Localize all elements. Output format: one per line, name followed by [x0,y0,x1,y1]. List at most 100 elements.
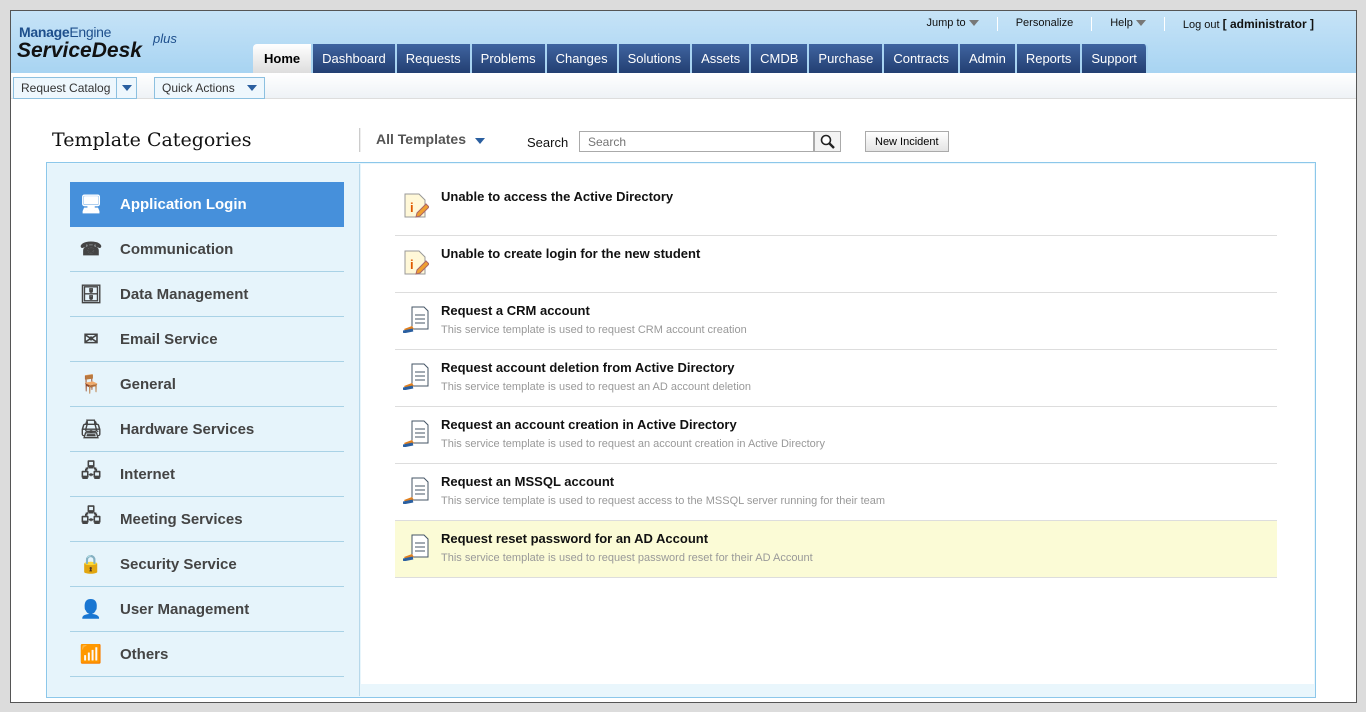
envelope-icon: ✉ [83,328,99,349]
template-row[interactable]: i Unable to access the Active Directory [395,179,1277,236]
incident-template-icon: i [404,250,429,275]
browser-icon: 🖥 [79,194,103,214]
tab-cmdb[interactable]: CMDB [751,44,810,73]
template-title[interactable]: Request an account creation in Active Di… [441,417,1277,432]
category-internet[interactable]: 🖧 Internet [70,452,344,497]
category-communication[interactable]: ☎ Communication [70,227,344,272]
template-description: This service template is used to request… [441,381,752,393]
service-template-icon [403,363,429,390]
category-label: General [120,375,176,393]
lock-icon: 🔒 [79,553,103,574]
template-list: i Unable to access the Active Directory i U… [361,164,1314,684]
logout: Log out [ administrator ] [1163,17,1332,31]
template-row[interactable]: Request an MSSQL account This service tem… [395,464,1277,521]
svg-text:i: i [410,257,414,272]
help-menu[interactable]: Help [1091,17,1164,31]
category-label: Others [120,645,169,663]
category-security-service[interactable]: 🔒 Security Service [70,542,344,587]
tab-contracts[interactable]: Contracts [884,44,960,73]
page-title: Template Categories [52,129,252,151]
network-icon: 🖧 [80,506,102,526]
user-icon: 👤 [79,598,103,619]
category-label: Application Login [120,196,247,213]
template-row[interactable]: i Unable to create login for the new stud… [395,236,1277,293]
app-window: ManageEngine ServiceDesk plus Jump to Pe… [10,10,1357,703]
template-description: This service template is used to request… [441,495,886,507]
template-row[interactable]: Request account deletion from Active Dir… [395,350,1277,407]
tab-purchase[interactable]: Purchase [809,44,885,73]
category-hardware-services[interactable]: 🖨 Hardware Services [70,407,344,452]
logout-link[interactable]: Log out [1183,19,1220,31]
request-catalog-dropdown[interactable]: Request Catalog [13,77,138,99]
search-button[interactable] [814,131,841,152]
divider [359,128,361,152]
hardware-icon: 🖨 [79,418,103,439]
tab-assets[interactable]: Assets [692,44,752,73]
category-label: Security Service [120,555,237,573]
category-application-login[interactable]: 🖥 Application Login [70,182,344,227]
category-label: Hardware Services [120,420,255,438]
tab-problems[interactable]: Problems [471,44,547,73]
category-label: User Management [120,600,250,618]
template-row[interactable]: Request reset password for an AD Account… [395,521,1277,578]
personalize-link[interactable]: Personalize [996,17,1091,31]
svg-text:i: i [410,200,414,215]
tab-admin[interactable]: Admin [959,44,1017,73]
username: [ administrator ] [1222,17,1314,31]
logo: ManageEngine [19,24,111,40]
tab-solutions[interactable]: Solutions [618,44,693,73]
tab-home[interactable]: Home [253,44,314,73]
category-label: Data Management [120,285,249,303]
template-title[interactable]: Request a CRM account [441,303,1277,318]
chair-icon: 🪑 [79,373,103,394]
incident-template-icon: i [404,193,429,218]
template-title[interactable]: Unable to create login for the new stude… [441,246,1277,261]
header: ManageEngine ServiceDesk plus Jump to Pe… [11,11,1356,73]
category-label: Email Service [120,330,218,348]
quick-actions-dropdown[interactable]: Quick Actions [154,77,265,99]
template-description: This service template is used to request… [441,552,813,564]
search-input[interactable] [579,131,814,152]
service-template-icon [403,306,429,333]
product-name: ServiceDesk [17,39,142,62]
chevron-down-icon [474,138,485,144]
network-icon: 🖧 [80,461,102,481]
template-title[interactable]: Request account deletion from Active Dir… [441,360,1277,375]
template-row[interactable]: Request an account creation in Active Di… [395,407,1277,464]
service-template-icon [403,534,429,561]
toolbar: Request Catalog Quick Actions [11,73,1356,99]
tab-reports[interactable]: Reports [1016,44,1083,73]
category-label: Meeting Services [120,510,243,528]
tab-requests[interactable]: Requests [396,44,472,73]
chevron-down-icon [1135,20,1146,26]
category-meeting-services[interactable]: 🖧 Meeting Services [70,497,344,542]
service-template-icon [403,477,429,504]
tab-dashboard[interactable]: Dashboard [313,44,397,73]
search-icon [820,134,835,149]
product-plus: plus [153,31,177,46]
top-links: Jump to Personalize Help Log out [ admin… [909,17,1332,31]
template-title[interactable]: Request reset password for an AD Account [441,531,1277,546]
main-nav: Home Dashboard Requests Problems Changes Solu… [253,44,1148,73]
server-icon: 🗄 [79,283,103,304]
template-row[interactable]: Request a CRM account This service templa… [395,293,1277,350]
template-description: This service template is used to request… [441,438,825,450]
template-title[interactable]: Request an MSSQL account [441,474,1277,489]
category-email-service[interactable]: ✉ Email Service [70,317,344,362]
jump-to-menu[interactable]: Jump to [909,17,997,31]
template-title[interactable]: Unable to access the Active Directory [441,189,1277,204]
chevron-down-icon [968,20,979,26]
tab-support[interactable]: Support [1082,44,1148,73]
tab-changes[interactable]: Changes [546,44,619,73]
category-sidebar: 🖥 Application Login ☎ Communication 🗄 Data Ma… [48,164,360,696]
template-filter-dropdown[interactable]: All Templates [376,131,485,147]
category-data-management[interactable]: 🗄 Data Management [70,272,344,317]
category-user-management[interactable]: 👤 User Management [70,587,344,632]
category-others[interactable]: 📶 Others [70,632,344,677]
new-incident-button[interactable]: New Incident [865,131,949,152]
category-general[interactable]: 🪑 General [70,362,344,407]
logo-text: Manage [19,24,70,40]
template-description: This service template is used to request… [441,324,747,336]
wifi-icon: 📶 [79,643,103,664]
phone-icon: ☎ [79,238,103,259]
